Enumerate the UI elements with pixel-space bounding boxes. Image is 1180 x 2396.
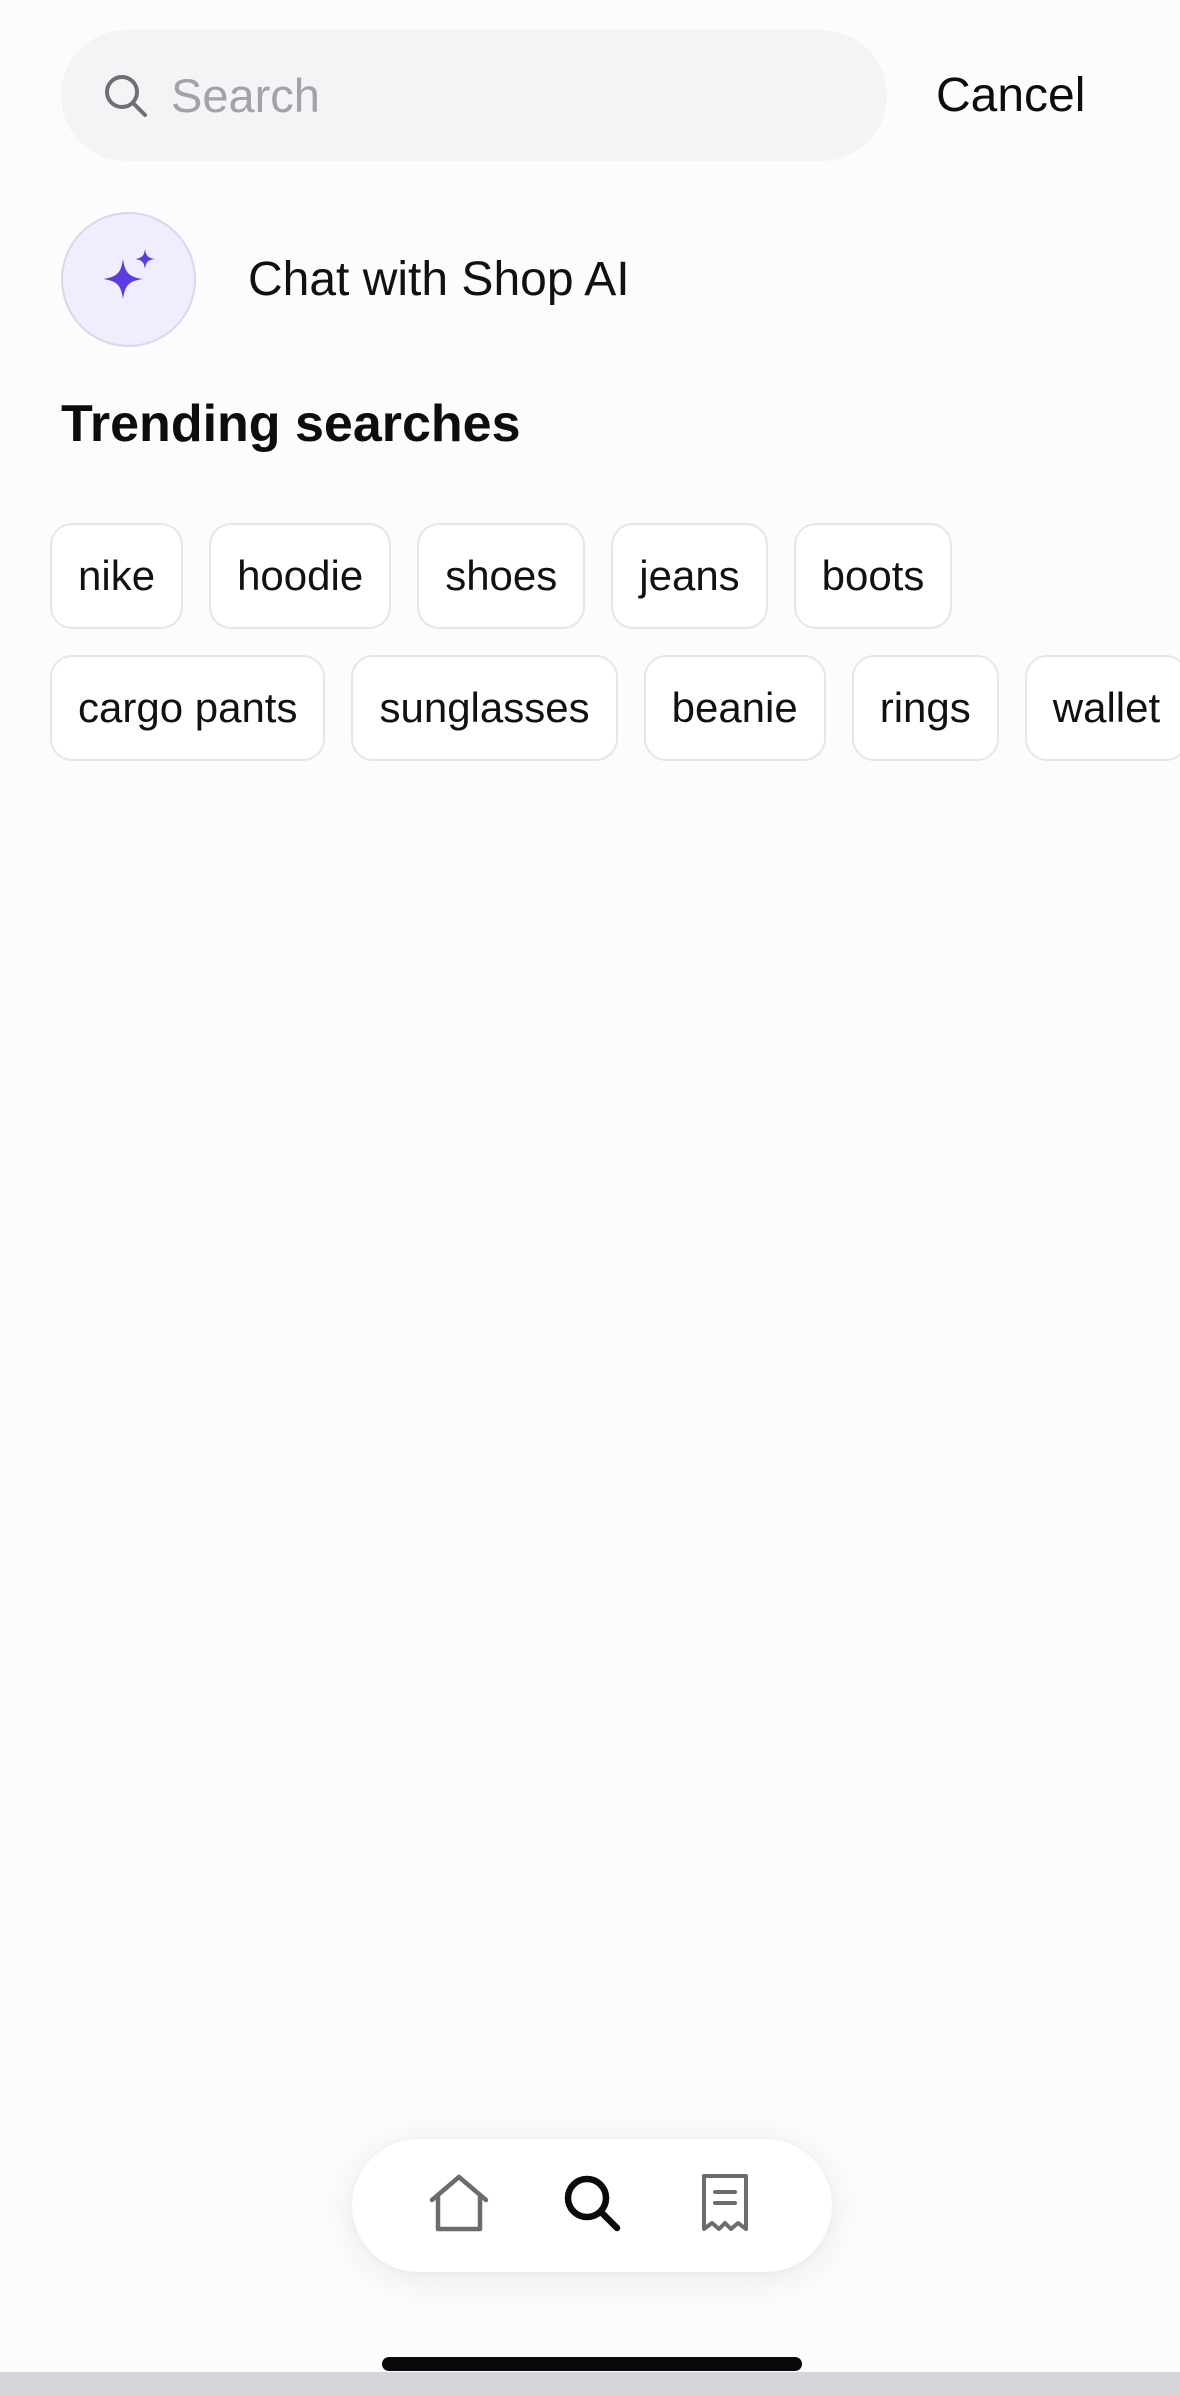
trending-chip[interactable]: wallet [1024, 655, 1180, 761]
sparkle-icon [99, 247, 159, 312]
home-icon [426, 2172, 492, 2239]
chat-ai-avatar [61, 211, 196, 347]
trending-searches-title: Trending searches [61, 395, 521, 453]
trending-chip[interactable]: sunglasses [351, 655, 618, 761]
trending-chip[interactable]: rings [851, 655, 999, 761]
trending-chips-row-2: cargo pants sunglasses beanie rings wall… [50, 655, 1180, 761]
search-input[interactable] [171, 68, 851, 123]
trending-chip[interactable]: hoodie [209, 523, 392, 629]
search-bar[interactable] [61, 30, 887, 161]
chat-with-shop-ai-row[interactable]: Chat with Shop AI [61, 210, 630, 348]
trending-chip[interactable]: cargo pants [50, 655, 326, 761]
trending-chip[interactable]: nike [50, 523, 184, 629]
cancel-button[interactable]: Cancel [936, 64, 1085, 128]
trending-chip[interactable]: beanie [643, 655, 826, 761]
receipt-icon [698, 2172, 752, 2239]
search-icon [561, 2172, 623, 2239]
trending-chips-row-1: nike hoodie shoes jeans boots [50, 523, 953, 629]
trending-chip[interactable]: jeans [611, 523, 768, 629]
bottom-strip [0, 2372, 1180, 2396]
bottom-tab-bar [352, 2139, 832, 2272]
chat-with-shop-ai-label: Chat with Shop AI [248, 252, 630, 306]
tab-search[interactable] [552, 2166, 632, 2246]
trending-chip[interactable]: boots [793, 523, 953, 629]
tab-home[interactable] [419, 2166, 499, 2246]
tab-orders[interactable] [685, 2166, 765, 2246]
home-indicator [382, 2357, 802, 2371]
trending-chip[interactable]: shoes [417, 523, 586, 629]
search-icon [101, 71, 151, 121]
